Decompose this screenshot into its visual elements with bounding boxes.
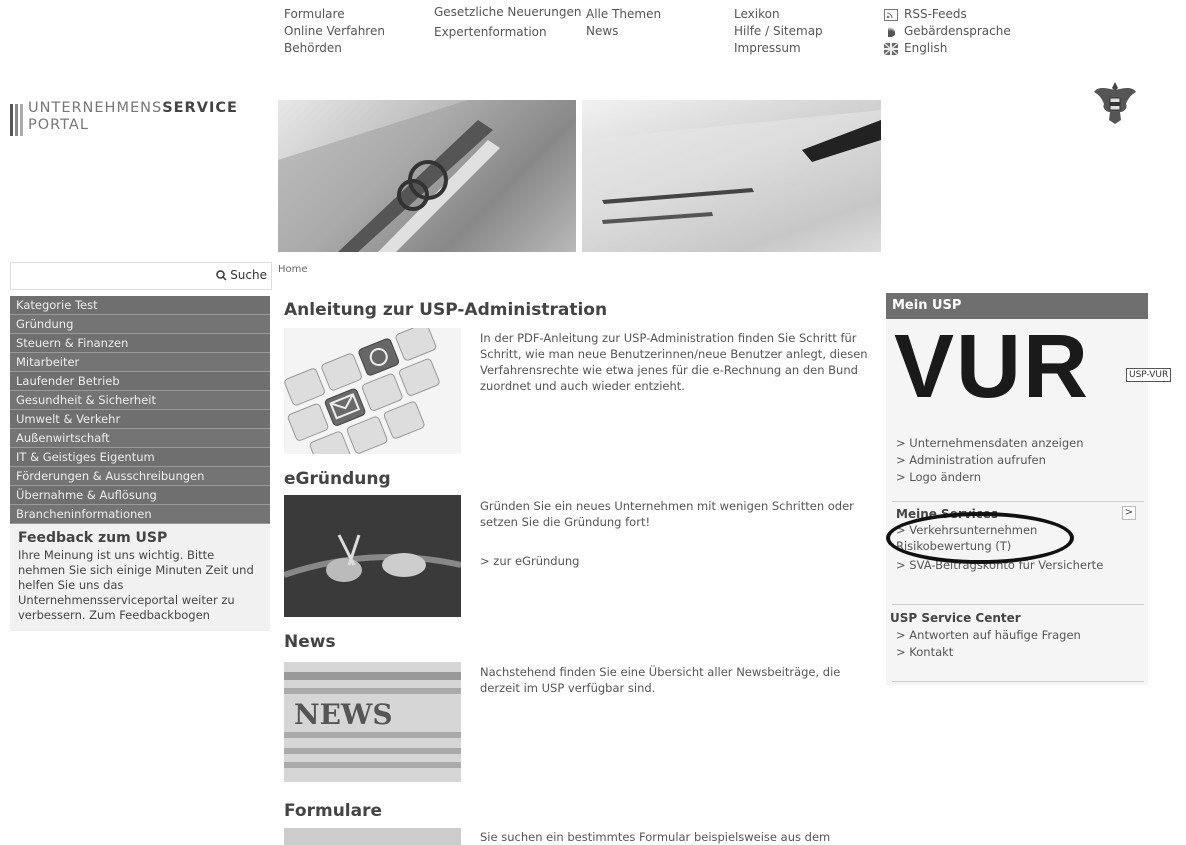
search-box: Suche bbox=[10, 262, 272, 290]
logo-bars bbox=[10, 104, 23, 136]
nav-link-english[interactable]: English bbox=[884, 40, 1011, 57]
admin-description: In der PDF-Anleitung zur USP-Administrat… bbox=[480, 331, 868, 393]
topnav-column-4: Lexikon Hilfe / Sitemap Impressum bbox=[734, 6, 823, 57]
nav-link-alle-themen[interactable]: Alle Themen bbox=[586, 6, 661, 23]
topnav-column-5: RSS-Feeds Gebärdensprache English bbox=[884, 6, 1011, 57]
top-navigation: Formulare Online Verfahren Behörden Gese… bbox=[284, 6, 1064, 86]
sidebar-item-umwelt-verkehr[interactable]: Umwelt & Verkehr bbox=[10, 410, 270, 429]
sidebar-item-brancheninformationen[interactable]: Brancheninformationen bbox=[10, 505, 270, 524]
nav-link-expertenformation[interactable]: Expertenformation bbox=[434, 24, 547, 41]
feedback-box: Feedback zum USP Ihre Meinung ist uns wi… bbox=[10, 524, 270, 631]
nav-link-lexikon[interactable]: Lexikon bbox=[734, 6, 823, 23]
nav-link-impressum[interactable]: Impressum bbox=[734, 40, 823, 57]
logo-text-bold: SERVICE bbox=[162, 100, 238, 116]
nav-link-gesetzliche-neuerungen[interactable]: Gesetzliche Neuerungen bbox=[434, 6, 582, 18]
hand-icon bbox=[888, 26, 895, 37]
service-sva-beitragskonto[interactable]: > SVA-Beitragskonto für Versicherte bbox=[896, 557, 1126, 573]
sidebar-item-mitarbeiter[interactable]: Mitarbeiter bbox=[10, 353, 270, 372]
hero-image-pen-notebook bbox=[278, 100, 576, 252]
austria-eagle-icon bbox=[1094, 82, 1136, 124]
newspaper-illustration: NEWS bbox=[284, 662, 461, 782]
usp-service-center-header: USP Service Center bbox=[890, 611, 1021, 625]
sidebar-item-it-geistiges-eigentum[interactable]: IT & Geistiges Eigentum bbox=[10, 448, 270, 467]
sidebar-item-gesundheit-sicherheit[interactable]: Gesundheit & Sicherheit bbox=[10, 391, 270, 410]
formulare-thumbnail[interactable] bbox=[284, 828, 461, 845]
news-thumbnail[interactable]: NEWS bbox=[284, 662, 461, 782]
search-icon bbox=[216, 269, 227, 281]
egruendung-thumbnail[interactable] bbox=[284, 495, 461, 617]
divider bbox=[892, 501, 1144, 502]
sidebar-item-aussenwirtschaft[interactable]: Außenwirtschaft bbox=[10, 429, 270, 448]
search-button[interactable]: Suche bbox=[216, 268, 267, 282]
english-label: English bbox=[904, 41, 948, 55]
egruendung-link[interactable]: > zur eGründung bbox=[480, 554, 579, 568]
topnav-column-3: Alle Themen News bbox=[586, 6, 661, 40]
nav-link-online-verfahren[interactable]: Online Verfahren bbox=[284, 23, 385, 40]
usp-logo[interactable]: UNTERNEHMENSSERVICE PORTAL bbox=[10, 100, 270, 140]
nav-link-rss-feeds[interactable]: RSS-Feeds bbox=[884, 6, 1011, 23]
hero-image-document-pen bbox=[582, 100, 881, 252]
mein-usp-header: Mein USP bbox=[886, 293, 1148, 319]
nav-link-news[interactable]: News bbox=[586, 23, 661, 40]
nav-link-formulare[interactable]: Formulare bbox=[284, 6, 385, 23]
vur-logo[interactable]: VUR bbox=[894, 322, 1144, 412]
logo-text-light: UNTERNEHMENS bbox=[28, 100, 163, 116]
search-button-label: Suche bbox=[230, 268, 267, 282]
rss-icon bbox=[884, 8, 898, 21]
gebaerdensprache-label: Gebärdensprache bbox=[904, 24, 1011, 38]
divider bbox=[892, 681, 1144, 682]
ribbon-cutting-illustration bbox=[284, 495, 461, 617]
sidebar-item-laufender-betrieb[interactable]: Laufender Betrieb bbox=[10, 372, 270, 391]
meine-services-header: Meine Services bbox=[896, 507, 999, 521]
formulare-description: Sie suchen ein bestimmtes Formular beisp… bbox=[480, 830, 831, 844]
link-unternehmensdaten-anzeigen[interactable]: > Unternehmensdaten anzeigen bbox=[896, 435, 1084, 452]
mein-usp-links: > Unternehmensdaten anzeigen > Administr… bbox=[896, 435, 1084, 486]
uk-flag-icon bbox=[884, 42, 898, 55]
admin-section-title[interactable]: Anleitung zur USP-Administration bbox=[284, 300, 607, 320]
nav-link-behoerden[interactable]: Behörden bbox=[284, 40, 385, 57]
vur-tooltip: USP-VUR bbox=[1126, 368, 1172, 382]
link-logo-aendern[interactable]: > Logo ändern bbox=[896, 469, 1084, 486]
mein-usp-panel: Mein USP VUR USP-VUR > Unternehmensdaten… bbox=[886, 293, 1172, 685]
breadcrumb[interactable]: Home bbox=[278, 264, 308, 275]
logo-text: UNTERNEHMENSSERVICE PORTAL bbox=[28, 100, 238, 134]
link-administration-aufrufen[interactable]: > Administration aufrufen bbox=[896, 452, 1084, 469]
sidebar-item-gruendung[interactable]: Gründung bbox=[10, 315, 270, 334]
category-sidebar: Kategorie Test Gründung Steuern & Finanz… bbox=[10, 296, 270, 631]
services-expand-button[interactable]: > bbox=[1122, 506, 1136, 520]
service-center-links: > Antworten auf häufige Fragen > Kontakt bbox=[896, 627, 1081, 661]
formulare-section-title[interactable]: Formulare bbox=[284, 801, 382, 821]
news-image-text: NEWS bbox=[294, 698, 393, 731]
keyboard-illustration bbox=[284, 328, 440, 454]
egruendung-description: Gründen Sie ein neues Unternehmen mit we… bbox=[480, 499, 854, 529]
divider bbox=[892, 604, 1144, 605]
hero-illustration-document bbox=[582, 110, 881, 252]
sidebar-item-kategorie-test[interactable]: Kategorie Test bbox=[10, 296, 270, 315]
link-kontakt[interactable]: > Kontakt bbox=[896, 644, 1081, 661]
search-input[interactable] bbox=[15, 265, 209, 289]
rss-feeds-label: RSS-Feeds bbox=[904, 7, 967, 21]
logo-text-line2: PORTAL bbox=[28, 117, 89, 133]
nav-link-hilfe-sitemap[interactable]: Hilfe / Sitemap bbox=[734, 23, 823, 40]
egruendung-section-title[interactable]: eGründung bbox=[284, 469, 391, 489]
news-description: Nachstehend finden Sie eine Übersicht al… bbox=[480, 665, 841, 695]
service-verkehrsunternehmen-risikobewertung[interactable]: > Verkehrsunternehmen Risikobewertung (T… bbox=[896, 522, 1126, 554]
link-antworten-faq[interactable]: > Antworten auf häufige Fragen bbox=[896, 627, 1081, 644]
sidebar-item-foerderungen[interactable]: Förderungen & Ausschreibungen bbox=[10, 467, 270, 486]
topnav-column-1: Formulare Online Verfahren Behörden bbox=[284, 6, 385, 57]
news-section-title[interactable]: News bbox=[284, 632, 336, 652]
feedback-title: Feedback zum USP bbox=[18, 530, 168, 546]
topnav-column-2: Gesetzliche Neuerungen Expertenformation bbox=[434, 6, 582, 41]
admin-thumbnail-keyboard[interactable] bbox=[284, 328, 461, 454]
feedback-text[interactable]: Ihre Meinung ist uns wichtig. Bitte nehm… bbox=[18, 548, 262, 623]
hero-illustration-pen bbox=[278, 100, 576, 252]
sidebar-item-uebernahme-aufloesung[interactable]: Übernahme & Auflösung bbox=[10, 486, 270, 505]
nav-link-gebaerdensprache[interactable]: Gebärdensprache bbox=[884, 23, 1011, 40]
sidebar-item-steuern-finanzen[interactable]: Steuern & Finanzen bbox=[10, 334, 270, 353]
